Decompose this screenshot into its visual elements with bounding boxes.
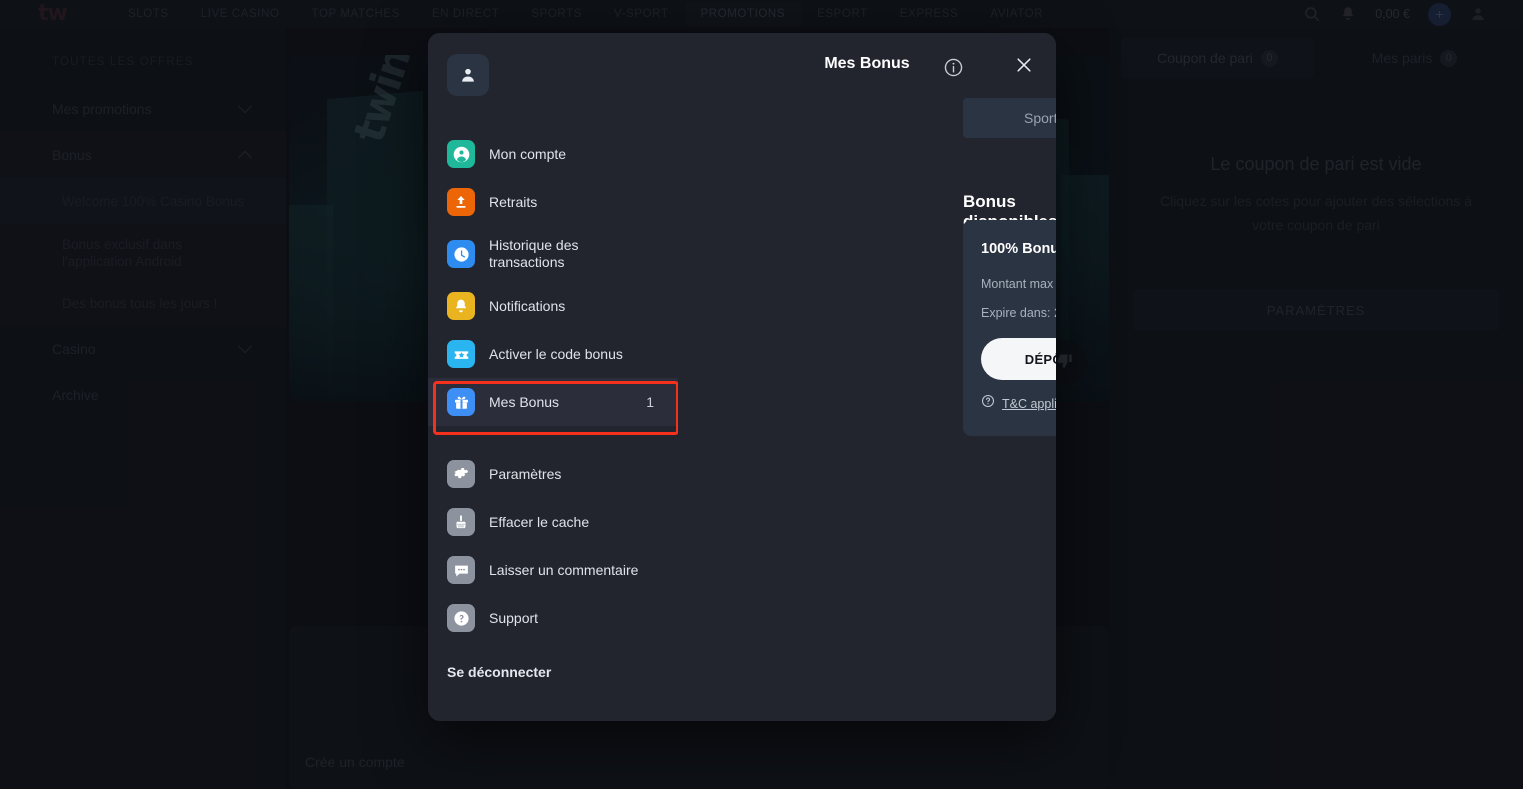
account-menu-list: Mon compte Retraits Historique des transac… — [428, 130, 678, 680]
menu-item-label: Activer le code bonus — [489, 345, 623, 362]
menu-item-label: Effacer le cache — [489, 513, 590, 530]
tab-sport[interactable]: Sport — [963, 98, 1056, 138]
bonus-card-footer: T&C applicables Étape 1/3 — [981, 394, 1056, 413]
gear-icon — [447, 460, 475, 488]
menu-item-laisser-un-commentaire[interactable]: Laisser un commentaire — [428, 546, 678, 594]
menu-item-label: Support — [489, 609, 539, 626]
menu-item-parametres[interactable]: Paramètres — [428, 450, 678, 498]
bonus-title: 100% Bonus sur le premier dépôt — [981, 241, 1056, 257]
close-icon[interactable] — [1014, 55, 1034, 80]
question-mark-icon — [447, 604, 475, 632]
deposit-cta-button[interactable]: DÉPÔT PROVENANT DE 15 € — [981, 338, 1056, 380]
menu-item-count: 1 — [646, 394, 654, 410]
menu-item-label: Historique des transactions — [489, 237, 579, 270]
bonus-amount-row: Montant max du bonus 300 € — [981, 275, 1056, 292]
clock-history-icon — [447, 240, 475, 268]
menu-item-label: Mes Bonus — [489, 393, 560, 410]
menu-item-label: Paramètres — [489, 465, 562, 482]
menu-item-mon-compte[interactable]: Mon compte — [428, 130, 678, 178]
logout-button[interactable]: Se déconnecter — [428, 664, 678, 680]
info-icon[interactable] — [943, 57, 964, 83]
my-bonus-modal: Mon compte Retraits Historique des transac… — [428, 33, 1056, 721]
avatar[interactable] — [447, 54, 489, 96]
menu-item-label: Retraits — [489, 193, 538, 210]
terms-and-conditions-link[interactable]: T&C applicables — [981, 394, 1056, 413]
chat-bubble-icon — [447, 556, 475, 584]
bonus-amount-label: Montant max du bonus — [981, 277, 1056, 291]
menu-item-mes-bonus[interactable]: Mes Bonus 1 — [428, 378, 678, 426]
menu-item-retraits[interactable]: Retraits — [428, 178, 678, 226]
bonus-type-segmented-control: Sport Casino — [963, 98, 1056, 138]
terms-link-label: T&C applicables — [1002, 396, 1056, 411]
menu-item-label: Mon compte — [489, 145, 567, 162]
menu-item-label: Laisser un commentaire — [489, 561, 639, 578]
menu-divider — [428, 426, 678, 450]
account-circle-icon — [447, 140, 475, 168]
menu-item-label: Notifications — [489, 297, 566, 314]
bonus-card: 100% Bonus sur le premier dépôt Montant … — [963, 220, 1056, 436]
menu-item-notifications[interactable]: Notifications — [428, 282, 678, 330]
menu-item-activer-le-code-bonus[interactable]: Activer le code bonus — [428, 330, 678, 378]
menu-item-effacer-le-cache[interactable]: Effacer le cache — [428, 498, 678, 546]
modal-header: Mes Bonus — [678, 33, 1056, 99]
menu-item-support[interactable]: Support — [428, 594, 678, 642]
bonus-content-panel: Mes Bonus Sport Casino Bonus disponibles — [678, 33, 1056, 721]
menu-item-historique-des-transactions[interactable]: Historique des transactions — [428, 226, 678, 282]
bonus-expiry: Expire dans: 29 J. 23 h. 59 min. — [981, 306, 1056, 320]
withdraw-upload-icon — [447, 188, 475, 216]
gift-icon — [447, 388, 475, 416]
screen: tw SLOTSLIVE CASINOTOP MATCHESEN DIRECTS… — [0, 0, 1523, 789]
ticket-star-icon — [447, 340, 475, 368]
page-title: Mes Bonus — [824, 55, 910, 72]
account-menu-panel: Mon compte Retraits Historique des transac… — [428, 33, 679, 721]
help-circle-icon — [981, 394, 995, 413]
bell-icon — [447, 292, 475, 320]
broom-icon — [447, 508, 475, 536]
